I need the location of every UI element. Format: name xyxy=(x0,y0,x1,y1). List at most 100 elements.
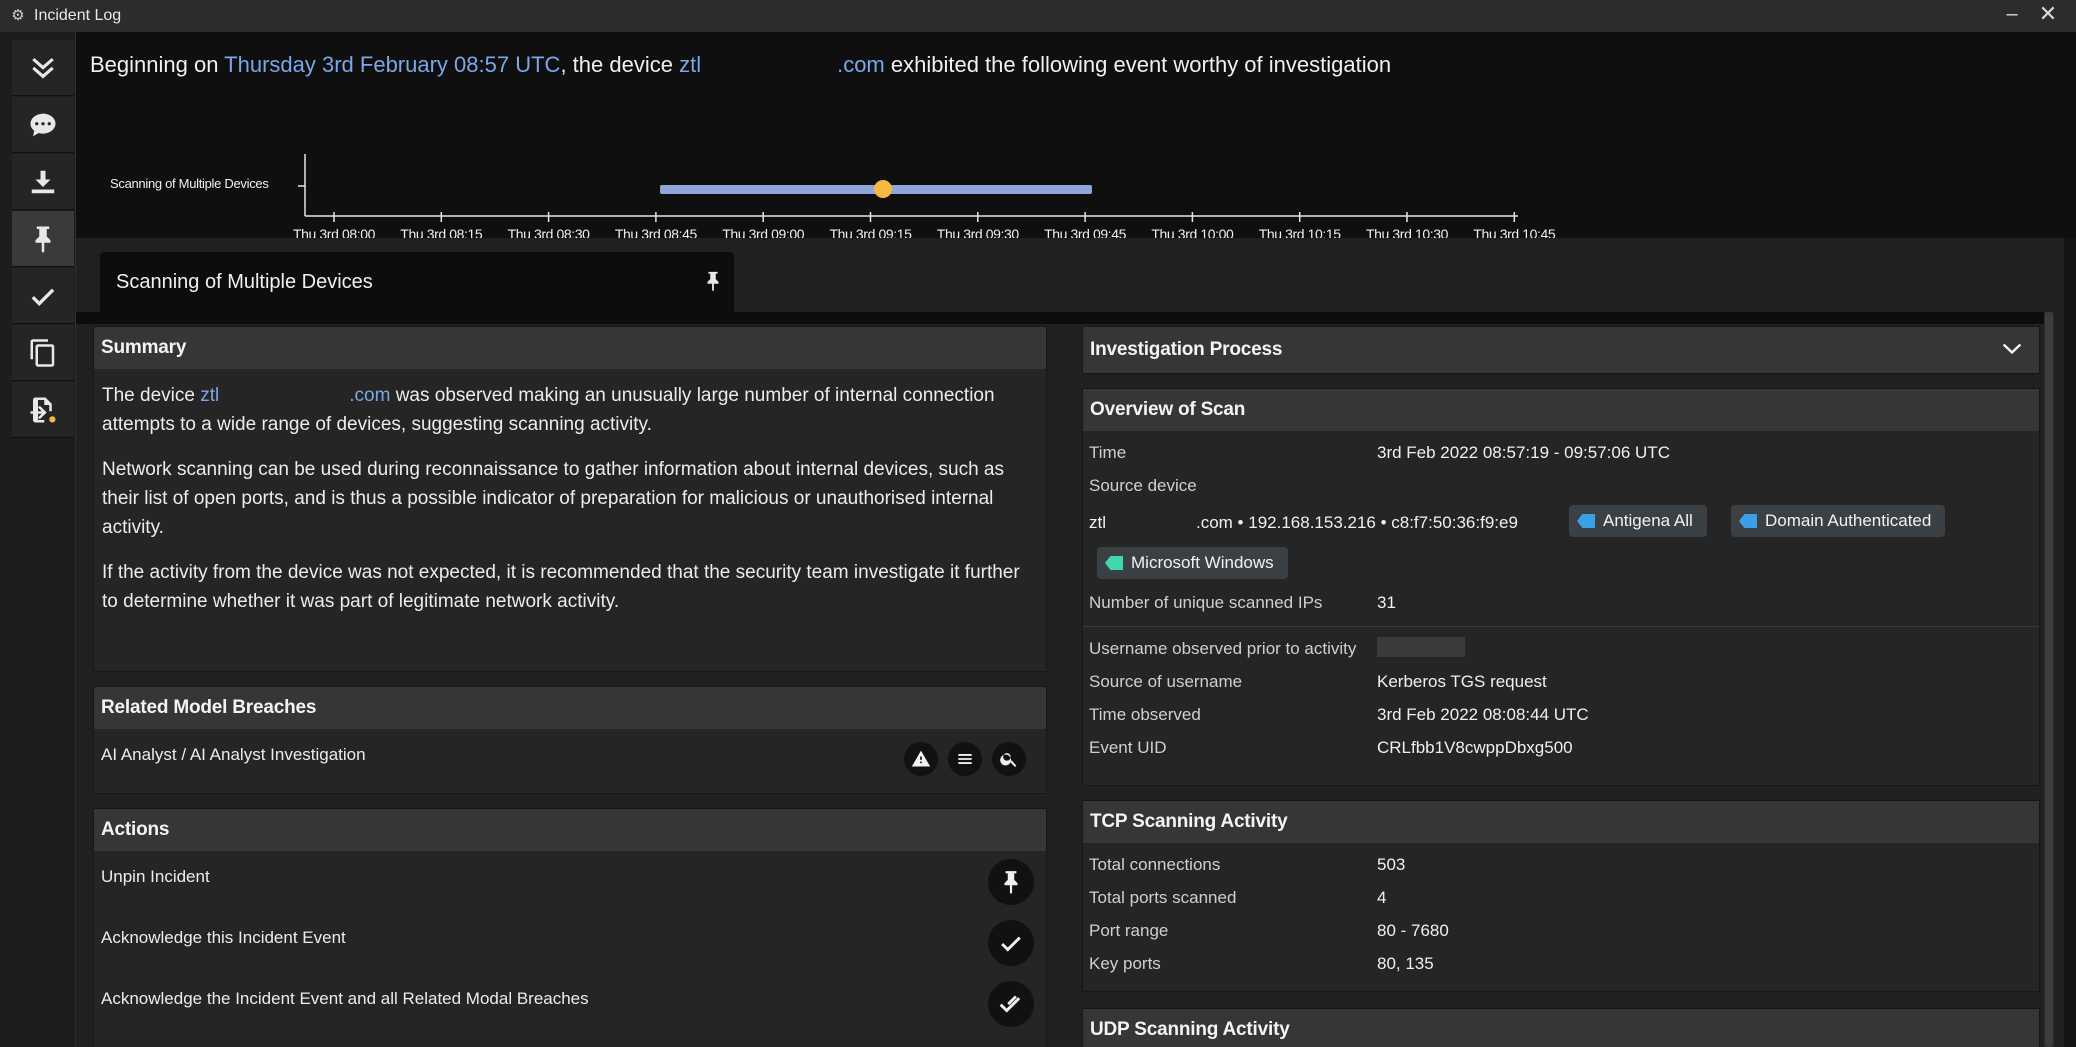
summary-paragraph-2: Network scanning can be used during reco… xyxy=(102,459,1004,538)
source-device-row: Source device xyxy=(1083,470,2039,503)
acknowledge-button[interactable] xyxy=(12,268,74,324)
double-check-icon xyxy=(999,995,1021,1013)
action-acknowledge-all-row: Acknowledge the Incident Event and all R… xyxy=(94,973,1046,1034)
timeline-ticks xyxy=(333,212,1516,222)
investigation-process-label: Investigation Process xyxy=(1090,339,1283,360)
tcp-key: Total connections xyxy=(1089,855,1221,874)
pin-icon[interactable] xyxy=(702,270,724,292)
action-label: Unpin Incident xyxy=(101,867,210,886)
content-scrollbar[interactable] xyxy=(2044,312,2054,1047)
tcp-value: 80, 135 xyxy=(1377,954,1434,973)
time-observed-label: Time observed xyxy=(1089,705,1201,724)
unique-ips-value: 31 xyxy=(1377,593,1396,612)
username-row: Username observed prior to activity xyxy=(1083,633,2039,666)
redacted-username xyxy=(1377,637,1465,657)
tag-domain-authenticated[interactable]: Domain Authenticated xyxy=(1731,505,1946,537)
timeline-chart xyxy=(298,154,1518,222)
tag-microsoft-windows[interactable]: Microsoft Windows xyxy=(1097,547,1288,579)
udp-scanning-panel: UDP Scanning Activity xyxy=(1082,1008,2040,1047)
device-name-start: ztl xyxy=(1089,513,1106,532)
breach-row: AI Analyst / AI Analyst Investigation xyxy=(94,729,1046,789)
tab-scanning-multiple-devices[interactable]: Scanning of Multiple Devices xyxy=(100,252,734,312)
related-breaches-panel: Related Model Breaches AI Analyst / AI A… xyxy=(93,686,1047,794)
chevron-down-icon[interactable] xyxy=(1999,335,2025,361)
unpin-incident-button[interactable] xyxy=(988,859,1034,905)
tag-antigena-all[interactable]: Antigena All xyxy=(1569,505,1707,537)
comment-button[interactable] xyxy=(12,97,74,153)
left-toolbar xyxy=(0,32,76,1047)
investigation-process-panel[interactable]: Investigation Process xyxy=(1082,326,2040,374)
headline-device-link[interactable]: ztl .com xyxy=(679,52,885,77)
source-device-label: Source device xyxy=(1089,476,1197,495)
time-observed-value: 3rd Feb 2022 08:08:44 UTC xyxy=(1377,705,1589,724)
action-label: Acknowledge the Incident Event and all R… xyxy=(101,989,589,1008)
minimize-button[interactable]: – xyxy=(1996,0,2028,32)
double-chevron-down-icon xyxy=(32,57,54,78)
investigation-process-title[interactable]: Investigation Process xyxy=(1083,327,2039,373)
headline-middle: , the device xyxy=(560,52,680,77)
pin-button[interactable] xyxy=(12,211,74,267)
summary-paragraph-3: If the activity from the device was not … xyxy=(102,562,1020,612)
source-device-value[interactable]: ztl .com • 192.168.153.216 • c8:f7:50:36:… xyxy=(1089,513,1518,533)
title-bar: ⚙ Incident Log – ✕ xyxy=(0,0,2076,32)
check-icon xyxy=(1001,936,1021,952)
summary-device-link[interactable]: ztl .com xyxy=(200,385,390,406)
time-observed-row: Time observed 3rd Feb 2022 08:08:44 UTC xyxy=(1083,699,2039,732)
tcp-scanning-panel: TCP Scanning Activity Total connections … xyxy=(1082,800,2040,992)
summary-text: The device xyxy=(102,385,201,406)
collapse-button[interactable] xyxy=(12,40,74,96)
actions-panel: Actions Unpin Incident Acknowledge this … xyxy=(93,808,1047,1047)
action-acknowledge-row: Acknowledge this Incident Event xyxy=(94,912,1046,973)
tcp-title: TCP Scanning Activity xyxy=(1083,801,2039,843)
warning-icon xyxy=(911,750,931,767)
tcp-value: 503 xyxy=(1377,855,1406,874)
comment-icon xyxy=(30,113,56,136)
gear-icon: ⚙ xyxy=(11,7,25,24)
export-button[interactable] xyxy=(12,382,74,438)
acknowledge-incident-button[interactable] xyxy=(988,920,1034,966)
activity-marker[interactable] xyxy=(874,180,892,198)
actions-title: Actions xyxy=(94,809,1046,851)
tcp-row: Port range 80 - 7680 xyxy=(1083,915,2039,948)
tcp-row: Key ports 80, 135 xyxy=(1083,948,2039,981)
summary-paragraph-1: The device ztl .com was observed making a… xyxy=(102,381,1038,439)
tcp-key: Total ports scanned xyxy=(1089,888,1237,907)
device-details: .com • 192.168.153.216 • c8:f7:50:36:f9:… xyxy=(1196,513,1518,532)
event-timeline: Scanning of Multiple Devices Thu 3rd 08:… xyxy=(76,112,2076,242)
source-device-tags-line: Microsoft Windows xyxy=(1083,545,2039,587)
list-icon xyxy=(958,754,972,764)
headline-prefix: Beginning on xyxy=(90,52,225,77)
tab-strip xyxy=(76,312,2044,324)
udp-title: UDP Scanning Activity xyxy=(1083,1009,2039,1047)
event-uid-value: CRLfbb1V8cwppDbxg500 xyxy=(1377,738,1573,757)
tab-label: Scanning of Multiple Devices xyxy=(116,270,373,293)
pin-icon xyxy=(1004,871,1018,894)
summary-body: The device ztl .com was observed making a… xyxy=(94,381,1046,616)
event-uid-label: Event UID xyxy=(1089,738,1167,757)
tcp-row: Total connections 503 xyxy=(1083,849,2039,882)
time-value: 3rd Feb 2022 08:57:19 - 09:57:06 UTC xyxy=(1377,443,1670,462)
username-label: Username observed prior to activity xyxy=(1089,639,1357,658)
incident-headline: Beginning on Thursday 3rd February 08:57… xyxy=(90,52,1391,78)
overview-title: Overview of Scan xyxy=(1083,389,2039,431)
username-source-label: Source of username xyxy=(1089,672,1243,691)
related-breaches-title: Related Model Breaches xyxy=(94,687,1046,729)
time-row: Time 3rd Feb 2022 08:57:19 - 09:57:06 UT… xyxy=(1083,437,2039,470)
check-icon xyxy=(31,288,55,306)
tcp-row: Total ports scanned 4 xyxy=(1083,882,2039,915)
headline-date[interactable]: Thursday 3rd February 08:57 UTC xyxy=(224,52,560,77)
download-button[interactable] xyxy=(12,154,74,210)
search-button[interactable] xyxy=(992,742,1026,776)
headline-suffix: exhibited the following event worthy of … xyxy=(884,52,1392,77)
acknowledge-all-button[interactable] xyxy=(988,981,1034,1027)
incident-header: Beginning on Thursday 3rd February 08:57… xyxy=(76,32,2076,242)
scrollbar-thumb[interactable] xyxy=(2045,312,2053,1047)
download-icon xyxy=(31,170,55,193)
copy-button[interactable] xyxy=(12,325,74,381)
action-label: Acknowledge this Incident Event xyxy=(101,928,346,947)
list-button[interactable] xyxy=(948,742,982,776)
source-device-line: ztl .com • 192.168.153.216 • c8:f7:50:36:… xyxy=(1083,503,2039,545)
device-name-start: ztl xyxy=(679,52,702,77)
close-button[interactable]: ✕ xyxy=(2032,0,2064,32)
alert-button[interactable] xyxy=(904,742,938,776)
